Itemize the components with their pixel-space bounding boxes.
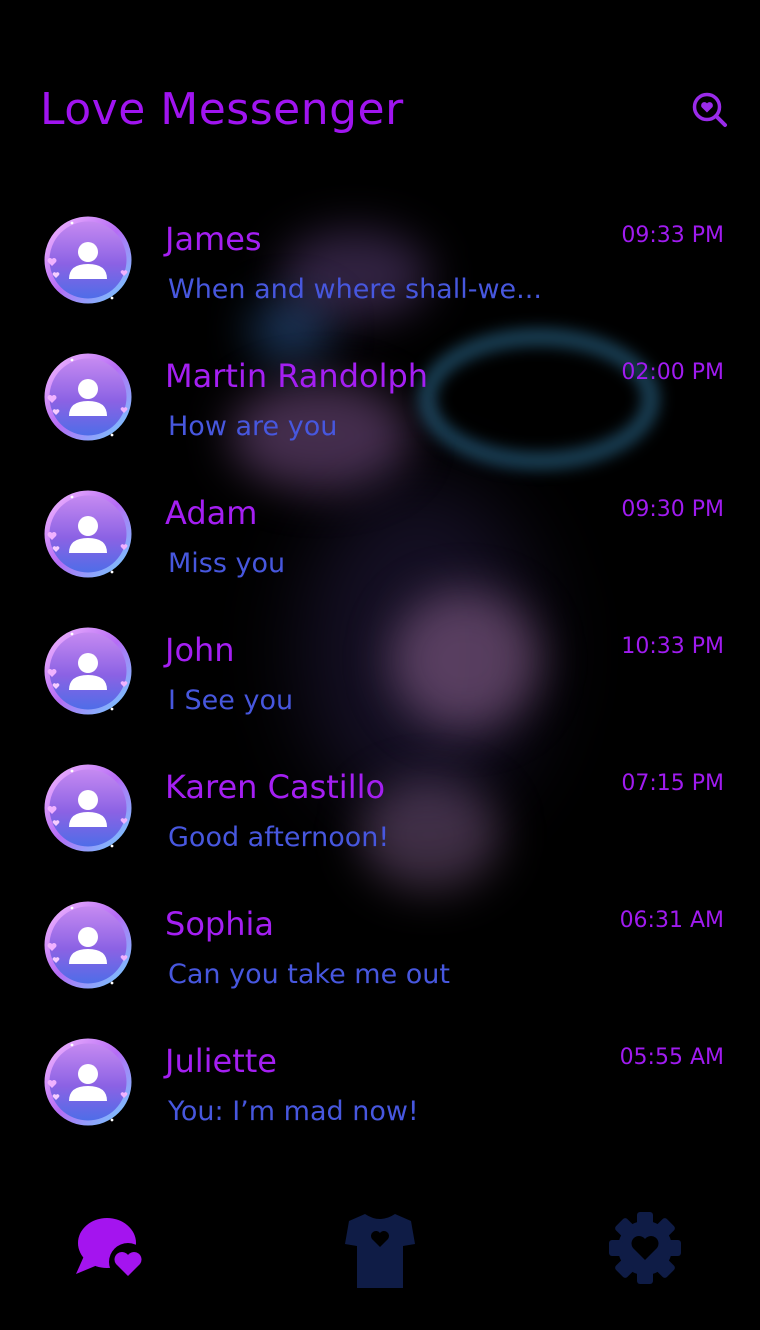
message-time: 09:30 PM: [621, 497, 724, 522]
avatar-icon: [44, 764, 132, 852]
app-title: Love Messenger: [40, 84, 404, 135]
avatar-icon: [44, 490, 132, 578]
message-preview: You: I’m mad now!: [168, 1096, 419, 1127]
avatar: [42, 214, 134, 306]
avatar: [42, 899, 134, 991]
message-preview: How are you: [168, 411, 338, 442]
message-preview: Can you take me out: [168, 959, 450, 990]
message-time: 09:33 PM: [621, 223, 724, 248]
conversation-item[interactable]: Sophia 06:31 AM Can you take me out: [0, 890, 760, 1027]
shirt-heart-icon: [345, 1214, 415, 1288]
conversation-item[interactable]: Adam 09:30 PM Miss you: [0, 479, 760, 616]
contact-name: James: [165, 220, 262, 258]
message-time: 02:00 PM: [621, 360, 724, 385]
messenger-app: Love Messenger James 09:33 PM When and w…: [0, 0, 760, 1330]
avatar: [42, 1036, 134, 1128]
message-time: 10:33 PM: [621, 634, 724, 659]
message-time: 06:31 AM: [619, 908, 724, 933]
message-preview: Good afternoon!: [168, 822, 390, 853]
conversation-item[interactable]: James 09:33 PM When and where shall-we..…: [0, 205, 760, 342]
conversation-item[interactable]: Juliette 05:55 AM You: I’m mad now!: [0, 1027, 760, 1164]
message-preview: I See you: [168, 685, 294, 716]
avatar: [42, 762, 134, 854]
contact-name: Juliette: [165, 1042, 277, 1080]
avatar-icon: [44, 901, 132, 989]
avatar-icon: [44, 216, 132, 304]
contact-name: John: [165, 631, 235, 669]
contact-name: Adam: [165, 494, 258, 532]
avatar: [42, 351, 134, 443]
avatar-icon: [44, 1038, 132, 1126]
conversation-list: James 09:33 PM When and where shall-we..…: [0, 205, 760, 1164]
message-preview: Miss you: [168, 548, 286, 579]
conversation-item[interactable]: John 10:33 PM I See you: [0, 616, 760, 753]
avatar-icon: [44, 353, 132, 441]
gear-heart-icon: [609, 1212, 681, 1284]
nav-chats-button[interactable]: [70, 1210, 160, 1290]
bottom-navigation: [0, 1190, 760, 1330]
app-header: Love Messenger: [0, 0, 760, 200]
contact-name: Sophia: [165, 905, 274, 943]
search-button[interactable]: [690, 90, 730, 130]
conversation-item[interactable]: Martin Randolph 02:00 PM How are you: [0, 342, 760, 479]
avatar: [42, 625, 134, 717]
contact-name: Karen Castillo: [165, 768, 386, 806]
avatar: [42, 488, 134, 580]
conversation-item[interactable]: Karen Castillo 07:15 PM Good afternoon!: [0, 753, 760, 890]
search-heart-icon: [692, 92, 727, 127]
message-preview: When and where shall-we...: [168, 274, 542, 305]
message-time: 07:15 PM: [621, 771, 724, 796]
contact-name: Martin Randolph: [165, 357, 429, 395]
nav-themes-button[interactable]: [335, 1210, 425, 1290]
nav-settings-button[interactable]: [600, 1210, 690, 1290]
chat-heart-icon: [76, 1218, 147, 1281]
message-time: 05:55 AM: [619, 1045, 724, 1070]
avatar-icon: [44, 627, 132, 715]
